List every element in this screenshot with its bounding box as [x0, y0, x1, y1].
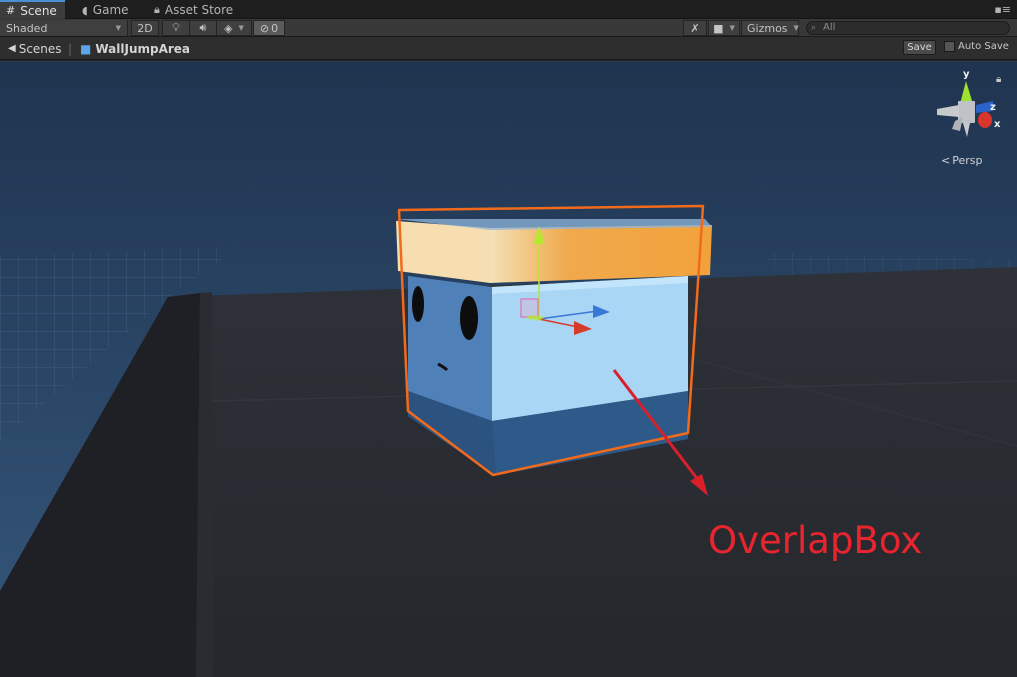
toggle-2d-button[interactable]: 2D [131, 20, 159, 36]
grid-icon: # [6, 4, 16, 17]
scene-toolbar: Shaded ▼ 2D 💡︎ 🔊︎ ◈ ▼ ⊘ 0 ✗ ■ ▼ Gizmos ▼… [0, 19, 1017, 37]
tab-options-icon[interactable]: ▪≡ [994, 3, 1011, 16]
shading-mode-dropdown[interactable]: Shaded ▼ [0, 20, 128, 36]
breadcrumb-root: Scenes [18, 41, 62, 56]
prefab-cube-icon: ■ [80, 41, 92, 56]
chevron-down-icon: ▼ [238, 24, 244, 32]
tab-asset-store[interactable]: 🔒︎ Asset Store [148, 1, 241, 19]
search-placeholder: All [823, 22, 836, 33]
axis-x-label: x [994, 119, 1001, 130]
wrench-icon: ✗ [690, 21, 700, 35]
hidden-objects-count: 0 [271, 21, 279, 35]
perspective-icon: < [941, 154, 951, 167]
axis-y-label: y [963, 69, 970, 80]
tab-asset-store-label: Asset Store [164, 3, 234, 17]
agent-eye-left [412, 286, 424, 322]
save-button[interactable]: Save [903, 40, 936, 55]
effects-toggle[interactable]: ◈ ▼ [216, 20, 252, 36]
eye-hidden-icon: ⊘ [259, 21, 270, 35]
lighting-toggle[interactable]: 💡︎ [162, 20, 190, 36]
save-button-label: Save [907, 42, 932, 53]
tab-scene[interactable]: # Scene [0, 0, 65, 19]
speaker-icon: 🔊︎ [199, 21, 207, 34]
axis-z-label: z [990, 102, 996, 113]
camera-settings-button[interactable]: ■ ▼ [708, 20, 740, 36]
scene-viewport[interactable]: y z x 🔒︎ < Persp OverlapBox [0, 61, 1017, 677]
pacman-icon: ◖ [82, 3, 88, 17]
shading-mode-label: Shaded [6, 21, 48, 35]
axis-x-cone[interactable] [978, 112, 992, 128]
agent-top-front [490, 225, 712, 283]
window-tab-bar: # Scene ◖ Game 🔒︎ Asset Store ▪≡ [0, 0, 1017, 19]
projection-label: Persp [952, 154, 983, 167]
auto-save-checkbox[interactable] [944, 41, 955, 52]
tab-scene-label: Scene [20, 3, 57, 18]
gizmo-lock-icon[interactable]: 🔒︎ [996, 74, 1001, 85]
scene-render: y z x 🔒︎ [0, 61, 1017, 677]
breadcrumb-current-label: WallJumpArea [95, 41, 191, 56]
camera-icon: ■ [713, 21, 724, 35]
breadcrumb: ◀ Scenes | ■ WallJumpArea Save Auto Save [0, 37, 1017, 60]
gizmos-dropdown[interactable]: Gizmos ▼ [741, 20, 799, 36]
chevron-down-icon: ▼ [793, 24, 799, 32]
breadcrumb-separator: | [68, 41, 73, 56]
chevron-down-icon: ▼ [729, 24, 735, 32]
gizmos-label: Gizmos [747, 21, 788, 35]
layers-icon: ◈ [224, 21, 233, 35]
tab-game-label: Game [92, 3, 129, 17]
agent-eye-right [460, 296, 478, 340]
search-input[interactable]: ⌕ All [806, 21, 1010, 35]
audio-toggle[interactable]: 🔊︎ [189, 20, 217, 36]
breadcrumb-current[interactable]: ■ WallJumpArea [80, 41, 190, 56]
chevron-down-icon: ▼ [115, 24, 121, 32]
back-arrow-icon: ◀ [8, 43, 16, 54]
breadcrumb-back[interactable]: ◀ Scenes [8, 41, 62, 56]
projection-toggle[interactable]: < Persp [941, 154, 982, 167]
tools-button[interactable]: ✗ [683, 20, 707, 36]
tab-game[interactable]: ◖ Game [76, 1, 137, 19]
auto-save-toggle[interactable]: Auto Save [944, 41, 1009, 52]
toggle-2d-label: 2D [137, 21, 153, 35]
annotation-label: OverlapBox [708, 519, 923, 562]
lightbulb-icon: 💡︎ [172, 21, 180, 34]
lock-icon: 🔒︎ [154, 3, 160, 16]
auto-save-label: Auto Save [958, 41, 1009, 52]
hidden-objects-toggle[interactable]: ⊘ 0 [253, 20, 285, 36]
search-icon: ⌕ [811, 23, 817, 33]
